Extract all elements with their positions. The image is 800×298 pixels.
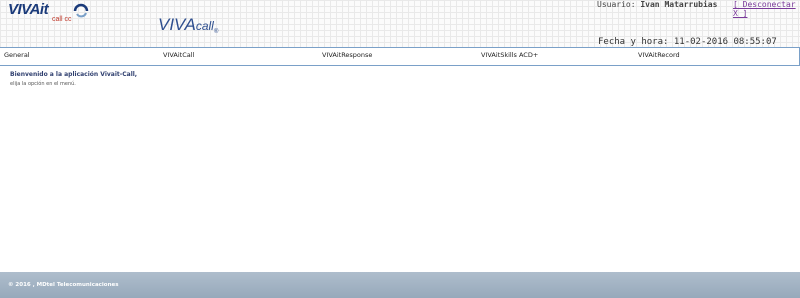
main-nav: General VIVAitCall VIVAitResponse VIVAit… — [0, 47, 800, 66]
footer-copyright: © 2016 , MDtel Telecomunicaciones — [8, 282, 119, 288]
user-info: Usuario: Ivan Matarrubias — [597, 0, 717, 9]
nav-item-vivaitcall[interactable]: VIVAitCall — [163, 51, 194, 59]
nav-item-vivaitskills[interactable]: VIVAitSkills ACD+ — [481, 51, 538, 59]
instruction-text: elija la opción en el menú. — [10, 81, 76, 87]
vivait-logo[interactable]: VIVAit call cc — [8, 1, 118, 37]
nav-item-vivaitresponse[interactable]: VIVAitResponse — [322, 51, 372, 59]
app-title-suffix: call — [195, 19, 214, 33]
footer: © 2016 , MDtel Telecomunicaciones — [0, 272, 800, 298]
user-label: Usuario: — [597, 0, 636, 9]
logo-text: VIVAit — [8, 1, 49, 18]
logout-link[interactable]: [ Desconectar X ] — [733, 0, 800, 18]
user-name: Ivan Matarrubias — [640, 0, 718, 9]
nav-item-vivaitrecord[interactable]: VIVAitRecord — [638, 51, 680, 59]
datetime: Fecha y hora: 11-02-2016 08:55:07 — [598, 37, 777, 47]
nav-item-general[interactable]: General — [4, 51, 30, 59]
app-title-mark: ® — [213, 29, 219, 35]
header: VIVAit call cc VIVAcall® Usuario: Ivan M… — [0, 0, 800, 47]
welcome-message: Bienvenido a la aplicación Vivait-Call, — [10, 71, 138, 78]
app-title-main: VIVA — [158, 15, 196, 34]
app-title: VIVAcall® — [158, 15, 218, 35]
logo-subtext: call cc — [52, 16, 72, 23]
main-content: Bienvenido a la aplicación Vivait-Call, … — [10, 71, 137, 87]
logo-swirl-icon — [73, 3, 89, 18]
